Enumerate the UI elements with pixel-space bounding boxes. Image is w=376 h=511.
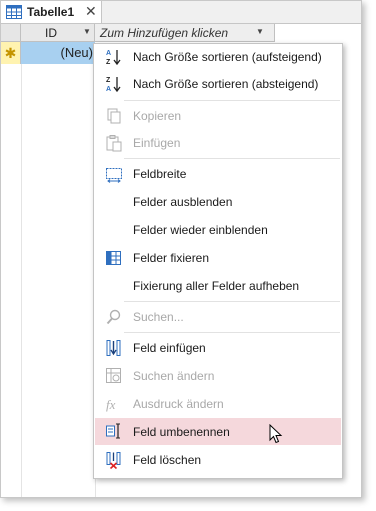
menu-item-label: Felder ausblenden: [133, 195, 233, 209]
grid-line: [21, 64, 22, 497]
sort-descending-icon: ZA: [105, 75, 123, 93]
menu-item-label: Suchen ändern: [133, 369, 215, 383]
sort-ascending-icon: AZ: [105, 48, 123, 66]
freeze-fields-icon: [105, 249, 123, 267]
expression-icon: fx: [105, 395, 123, 413]
menu-separator: [124, 301, 340, 302]
menu-item-label: Felder wieder einblenden: [133, 223, 268, 237]
svg-text:fx: fx: [106, 397, 116, 412]
menu-item-modify-lookup[interactable]: Suchen ändern: [95, 363, 341, 389]
column-header-id[interactable]: ID ▼: [21, 24, 95, 42]
chevron-down-icon[interactable]: ▼: [256, 27, 264, 36]
mouse-pointer-icon: [269, 423, 283, 449]
menu-item-rename-field[interactable]: Feld umbenennen: [95, 418, 341, 445]
menu-item-delete-field[interactable]: Feld löschen: [95, 447, 341, 473]
select-all-corner[interactable]: [1, 24, 21, 42]
menu-item-label: Feld umbenennen: [133, 425, 230, 439]
menu-item-field-width[interactable]: Feldbreite: [95, 161, 341, 187]
menu-item-label: Feldbreite: [133, 167, 187, 181]
menu-item-label: Feld löschen: [133, 453, 202, 467]
tab-title: Tabelle1: [27, 5, 75, 19]
delete-field-icon: [105, 451, 123, 470]
menu-item-label: Fixierung aller Felder aufheben: [133, 279, 300, 293]
menu-separator: [124, 332, 340, 333]
menu-item-label: Feld einfügen: [133, 341, 206, 355]
field-width-icon: [105, 165, 123, 183]
menu-item-label: Nach Größe sortieren (absteigend): [133, 77, 319, 91]
menu-item-copy[interactable]: Kopieren: [95, 103, 341, 129]
menu-item-hide-fields[interactable]: Felder ausblenden: [95, 189, 341, 215]
menu-item-label: Felder fixieren: [133, 251, 210, 265]
menu-separator: [124, 158, 340, 159]
tab-tabelle1[interactable]: Tabelle1 ✕: [1, 1, 102, 23]
table-icon: [6, 5, 22, 24]
search-icon: [105, 308, 123, 326]
menu-item-label: Ausdruck ändern: [133, 397, 224, 411]
menu-item-label: Einfügen: [133, 136, 181, 150]
column-header-label: Zum Hinzufügen klicken: [100, 26, 229, 40]
menu-item-modify-expression[interactable]: fx Ausdruck ändern: [95, 391, 341, 417]
menu-item-freeze-fields[interactable]: Felder fixieren: [95, 245, 341, 271]
insert-field-icon: [105, 339, 123, 357]
paste-icon: [105, 134, 123, 152]
access-window: Tabelle1 ✕ ID ▼ Zum Hinzufügen klicken ▼…: [0, 0, 362, 498]
chevron-down-icon[interactable]: ▼: [83, 27, 91, 36]
svg-text:Z: Z: [106, 77, 111, 84]
menu-item-paste[interactable]: Einfügen: [95, 130, 341, 156]
modify-lookup-icon: [105, 367, 123, 385]
svg-text:Z: Z: [106, 59, 111, 66]
svg-text:A: A: [106, 86, 111, 93]
column-header-add-field[interactable]: Zum Hinzufügen klicken ▼: [95, 24, 275, 42]
menu-item-insert-field[interactable]: Feld einfügen: [95, 335, 341, 361]
column-context-menu: AZ Nach Größe sortieren (aufsteigend) ZA…: [93, 43, 343, 479]
close-icon[interactable]: ✕: [85, 3, 97, 20]
menu-item-unhide-fields[interactable]: Felder wieder einblenden: [95, 217, 341, 243]
menu-item-sort-descending[interactable]: ZA Nach Größe sortieren (absteigend): [95, 71, 341, 97]
menu-item-label: Suchen...: [133, 310, 184, 324]
new-record-marker[interactable]: ✱: [1, 42, 21, 64]
menu-separator: [124, 100, 340, 101]
cell-value: (Neu): [60, 45, 93, 60]
column-header-label: ID: [45, 26, 57, 40]
rename-field-icon: [105, 422, 123, 440]
menu-item-label: Nach Größe sortieren (aufsteigend): [133, 50, 322, 64]
svg-text:A: A: [106, 50, 111, 57]
document-tab-strip: Tabelle1 ✕: [1, 1, 361, 24]
menu-item-sort-ascending[interactable]: AZ Nach Größe sortieren (aufsteigend): [95, 44, 341, 70]
menu-item-search[interactable]: Suchen...: [95, 304, 341, 330]
menu-item-unfreeze-all-fields[interactable]: Fixierung aller Felder aufheben: [95, 273, 341, 299]
menu-item-label: Kopieren: [133, 109, 182, 123]
new-record-id-cell[interactable]: (Neu): [21, 42, 95, 64]
copy-icon: [105, 107, 123, 125]
